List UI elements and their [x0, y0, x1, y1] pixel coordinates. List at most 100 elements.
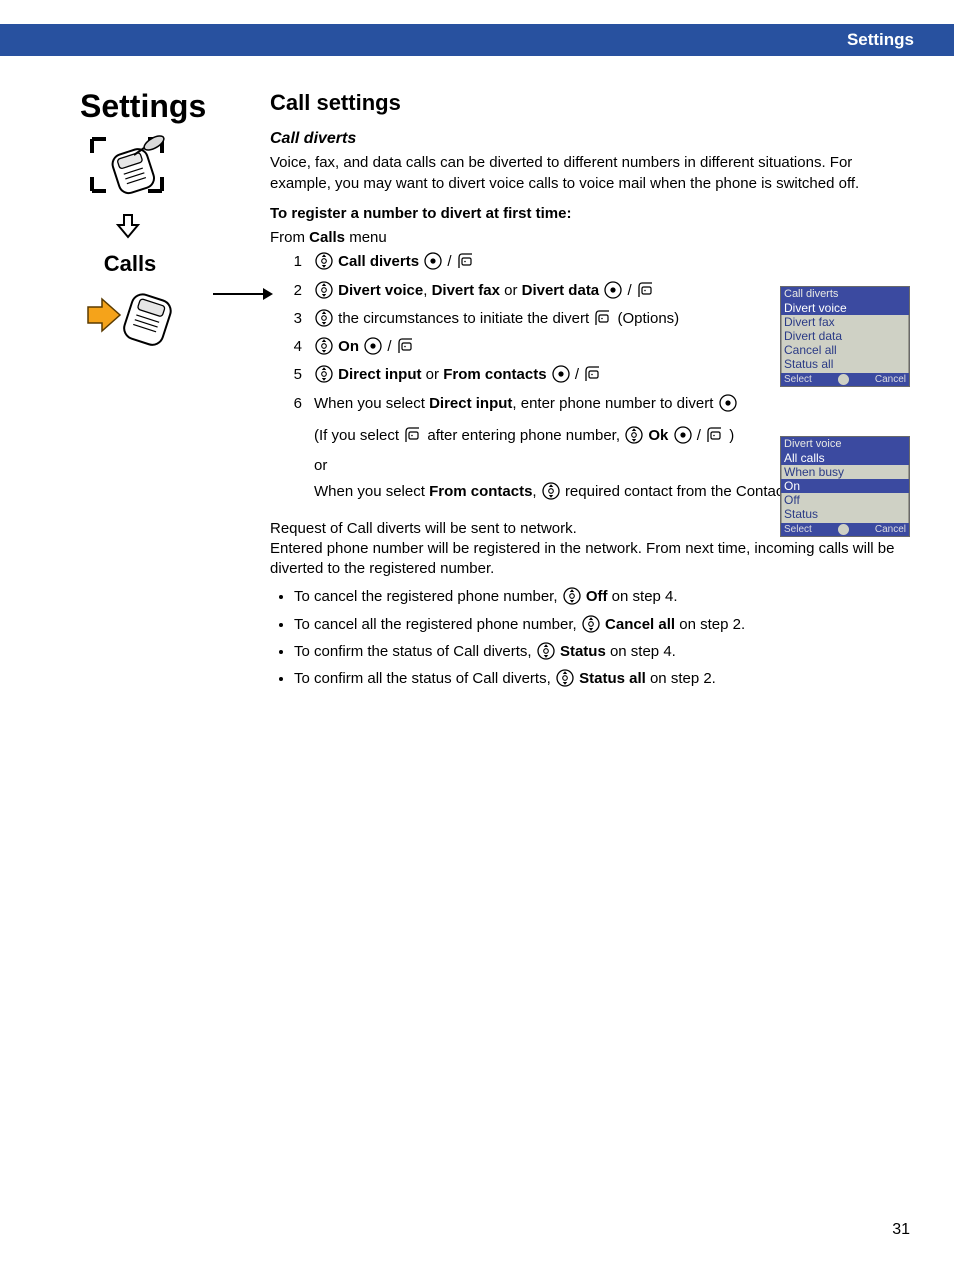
subsection-heading: Call diverts [270, 128, 914, 150]
side-settings-phone-icon [84, 131, 260, 206]
center-key-icon [424, 252, 442, 276]
step-3: 3 the circumstances to initiate the dive… [288, 309, 758, 333]
registered-line: Entered phone number will be registered … [270, 539, 914, 580]
text-bold: Calls [309, 229, 345, 246]
text-bold: From contacts [443, 366, 546, 383]
screen-highlight: All calls [781, 451, 909, 465]
text: menu [345, 229, 387, 246]
step-2: 2 Divert voice, Divert fax or Divert dat… [288, 281, 758, 305]
side-down-arrow-icon [114, 212, 260, 245]
nav-key-icon [315, 337, 333, 361]
screen-row: Divert fax [781, 315, 909, 329]
center-key-icon [719, 394, 737, 418]
screen-softbar: Select Cancel [781, 373, 909, 386]
step-number: 1 [288, 252, 302, 272]
nav-key-icon [625, 426, 643, 450]
text: To cancel the registered phone number, [294, 588, 562, 605]
softkey-right: Cancel [875, 524, 906, 535]
screen-row: Cancel all [781, 343, 909, 357]
screen-row: When busy [781, 465, 909, 479]
side-title: Settings [80, 88, 260, 125]
page-number: 31 [892, 1221, 910, 1239]
text-bold: Ok [648, 427, 668, 444]
soft-key-icon [637, 281, 655, 305]
screen-title: Divert voice [781, 437, 909, 451]
pointer-arrow-icon [213, 288, 273, 300]
nav-key-icon [537, 642, 555, 666]
text-bold: Divert voice [338, 282, 423, 299]
screen-row: Status [781, 507, 909, 521]
text: , enter phone number to divert [512, 395, 717, 412]
nav-key-icon [315, 252, 333, 276]
soft-key-icon [594, 309, 612, 333]
lead-paragraph: Voice, fax, and data calls can be divert… [270, 153, 914, 194]
nav-key-icon [315, 365, 333, 389]
text: ) [729, 427, 734, 444]
side-subtitle: Calls [80, 251, 180, 277]
side-column: Settings [0, 88, 260, 699]
screen-row: Divert data [781, 329, 909, 343]
text-bold: Divert fax [432, 282, 500, 299]
screen-highlight: On [781, 479, 909, 493]
bullets-list: To cancel the registered phone number, O… [270, 587, 914, 693]
step-1: 1 Call diverts / [288, 252, 758, 276]
text-bold: Status [560, 643, 606, 660]
nav-key-icon [563, 587, 581, 611]
text-bold: Off [586, 588, 608, 605]
soft-key-icon [706, 426, 724, 450]
text-bold: Status all [579, 670, 646, 687]
text: When you select [314, 395, 429, 412]
bullet-3: To confirm the status of Call diverts, S… [294, 642, 914, 666]
text: or [500, 282, 522, 299]
soft-key-icon [584, 365, 602, 389]
text: on step 2. [646, 670, 716, 687]
screen-title: Call diverts [781, 287, 909, 301]
text: after entering phone number, [427, 427, 624, 444]
text: To cancel all the registered phone numbe… [294, 616, 581, 633]
text: To confirm all the status of Call divert… [294, 670, 555, 687]
step-number: 6 [288, 394, 302, 414]
center-key-icon [604, 281, 622, 305]
center-dot-icon [838, 374, 849, 385]
text-bold: On [338, 338, 359, 355]
text: (If you select [314, 427, 403, 444]
text-bold: Call diverts [338, 253, 419, 270]
text: or [422, 366, 444, 383]
step-number: 2 [288, 281, 302, 301]
text: (Options) [617, 310, 679, 327]
section-heading: Call settings [270, 88, 914, 118]
soft-key-icon [404, 426, 422, 450]
steps-list: 1 Call diverts / 2 Divert voice, Divert … [270, 252, 758, 418]
text: on step 2. [675, 616, 745, 633]
header-bar: Settings [0, 24, 954, 56]
nav-key-icon [315, 281, 333, 305]
text: on step 4. [608, 588, 678, 605]
step-number: 3 [288, 309, 302, 329]
step-4: 4 On / [288, 337, 758, 361]
instruction-heading: To register a number to divert at first … [270, 204, 914, 224]
text: , [532, 483, 540, 500]
center-key-icon [364, 337, 382, 361]
text-bold: Direct input [338, 366, 421, 383]
text: , [423, 282, 431, 299]
nav-key-icon [315, 309, 333, 333]
screen-softbar: Select Cancel [781, 523, 909, 536]
text: From [270, 229, 309, 246]
nav-key-icon [542, 482, 560, 506]
bullet-2: To cancel all the registered phone numbe… [294, 615, 914, 639]
text-bold: Divert data [522, 282, 600, 299]
step-number: 5 [288, 365, 302, 385]
text-bold: Direct input [429, 395, 512, 412]
if-line: (If you select after entering phone numb… [270, 426, 784, 450]
screen-row: Off [781, 493, 909, 507]
center-key-icon [552, 365, 570, 389]
bullet-4: To confirm all the status of Call divert… [294, 669, 914, 693]
bullet-1: To cancel the registered phone number, O… [294, 587, 914, 611]
softkey-right: Cancel [875, 374, 906, 385]
step-5: 5 Direct input or From contacts / [288, 365, 758, 389]
text: the circumstances to initiate the divert [338, 310, 593, 327]
text: on step 4. [606, 643, 676, 660]
step-6: 6 When you select Direct input, enter ph… [288, 394, 758, 418]
text-bold: Cancel all [605, 616, 675, 633]
center-dot-icon [838, 524, 849, 535]
